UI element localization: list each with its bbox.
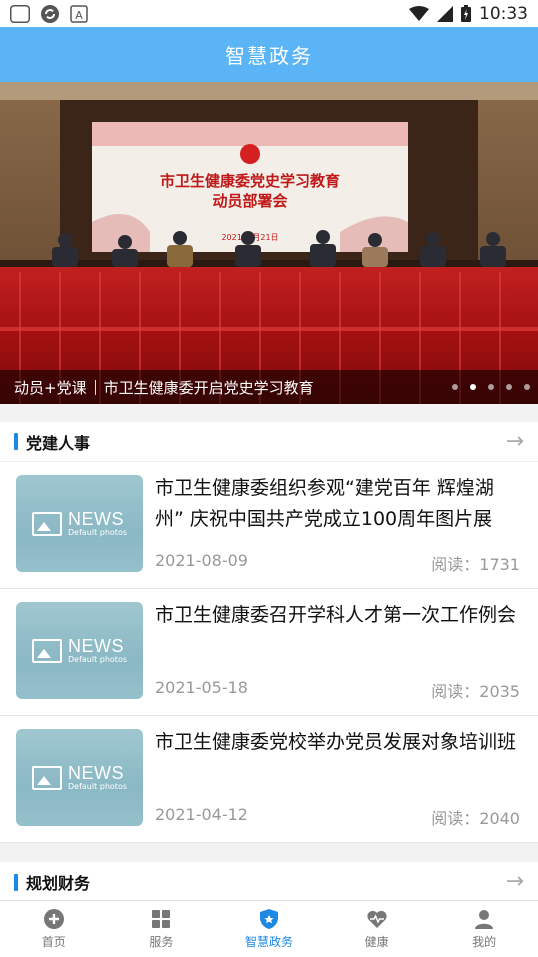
carousel-dot[interactable] (506, 384, 512, 390)
text-a-icon: A (70, 4, 88, 23)
thumbnail-news-label: NEWS (67, 508, 124, 529)
thumbnail-news-label: NEWS (67, 635, 124, 656)
user-icon (475, 910, 494, 929)
page-title: 智慧政务 (225, 44, 313, 68)
list-item[interactable]: NEWS Default photos 市卫生健康委召开学科人才第一次工作例会 … (0, 589, 538, 716)
notification-icon (10, 4, 30, 23)
carousel-dot[interactable] (524, 384, 530, 390)
news-meta: 2021-04-12 阅读：2040 (155, 805, 520, 829)
image-placeholder-icon (31, 638, 62, 663)
news-body: 市卫生健康委召开学科人才第一次工作例会 2021-05-18 阅读：2035 (155, 602, 520, 702)
thumbnail-sub-label: Default photos (67, 654, 127, 664)
svg-text:A: A (75, 9, 83, 22)
banner-image: 市卫生健康委党史学习教育 动员部署会 2021年 月21日 (0, 82, 538, 404)
thumbnail-text: NEWS Default photos (68, 637, 127, 665)
tab-home[interactable]: 首页 (0, 901, 108, 957)
grid-icon (152, 910, 171, 928)
news-body: 市卫生健康委组织参观“建党百年 辉煌湖州” 庆祝中国共产党成立100周年图片展 … (155, 475, 520, 575)
news-date: 2021-05-18 (155, 678, 248, 697)
bottom-tab-bar: 首页 服务 智慧政务 健康 我的 (0, 900, 538, 957)
carousel-dot[interactable] (488, 384, 494, 390)
status-time: 10:33 (479, 3, 528, 24)
image-placeholder-icon (31, 765, 62, 790)
thumbnail-sub-label: Default photos (67, 781, 127, 791)
carousel-indicators (452, 384, 530, 390)
section-header[interactable]: 规划财务 → (0, 862, 538, 900)
status-icons-right: 10:33 (409, 4, 528, 24)
list-item[interactable]: NEWS Default photos 市卫生健康委组织参观“建党百年 辉煌湖州… (0, 462, 538, 589)
list-item[interactable]: NEWS Default photos 市卫生健康委党校举办党员发展对象培训班 … (0, 716, 538, 843)
heart-icon (366, 910, 387, 928)
wifi-icon (409, 5, 429, 21)
tab-label: 首页 (41, 935, 66, 949)
thumbnail-sub-label: Default photos (67, 527, 127, 537)
news-thumbnail: NEWS Default photos (16, 729, 143, 826)
news-reads: 阅读：2040 (431, 809, 520, 828)
banner-carousel[interactable]: 市卫生健康委党史学习教育 动员部署会 2021年 月21日 动员+党课 市卫生健… (0, 82, 538, 404)
caption-divider (94, 379, 96, 395)
thumbnail-text: NEWS Default photos (68, 510, 127, 538)
tab-services[interactable]: 服务 (108, 901, 216, 957)
news-title: 市卫生健康委党校举办党员发展对象培训班 (155, 731, 517, 753)
carousel-dot[interactable] (452, 384, 458, 390)
section-title-wrap: 规划财务 (14, 870, 90, 894)
section-accent-bar (14, 873, 18, 891)
status-icons-left: A (10, 4, 88, 24)
tab-mine[interactable]: 我的 (430, 901, 538, 957)
battery-icon (461, 5, 471, 22)
shield-icon (259, 909, 278, 929)
image-placeholder-icon (31, 511, 62, 536)
banner-caption-text: 市卫生健康委开启党史学习教育 (103, 378, 314, 397)
news-title: 市卫生健康委组织参观“建党百年 辉煌湖州” 庆祝中国共产党成立100周年图片展 (155, 477, 494, 530)
section-party-personnel: 党建人事 → NEWS Default photos 市卫生健康委组织参观“建党… (0, 422, 538, 843)
news-reads: 阅读：1731 (431, 555, 520, 574)
section-accent-bar (14, 433, 18, 450)
news-date: 2021-04-12 (155, 805, 248, 824)
sync-icon (41, 4, 59, 23)
tab-smart-gov[interactable]: 智慧政务 (215, 901, 323, 957)
thumbnail-text: NEWS Default photos (68, 764, 127, 792)
arrow-right-icon[interactable]: → (506, 871, 524, 893)
news-thumbnail: NEWS Default photos (16, 475, 143, 572)
section-title-wrap: 党建人事 (14, 430, 90, 454)
arrow-right-icon[interactable]: → (506, 430, 524, 453)
tab-label: 我的 (472, 935, 497, 949)
carousel-dot[interactable] (470, 384, 476, 390)
app-bar: 智慧政务 (0, 27, 538, 82)
banner-caption-tag: 动员+党课 (14, 378, 87, 397)
news-reads: 阅读：2035 (431, 682, 520, 701)
section-header[interactable]: 党建人事 → (0, 422, 538, 462)
status-bar: A 10:33 (0, 0, 538, 27)
tab-label: 智慧政务 (244, 935, 293, 949)
signal-icon (437, 5, 453, 22)
news-thumbnail: NEWS Default photos (16, 602, 143, 699)
news-title: 市卫生健康委召开学科人才第一次工作例会 (155, 604, 517, 626)
news-meta: 2021-05-18 阅读：2035 (155, 678, 520, 702)
thumbnail-news-label: NEWS (67, 762, 124, 783)
section-planning-finance: 规划财务 → (0, 862, 538, 900)
section-title: 党建人事 (26, 433, 91, 453)
news-body: 市卫生健康委党校举办党员发展对象培训班 2021-04-12 阅读：2040 (155, 729, 520, 829)
screen-title-line2: 动员部署会 (212, 192, 287, 210)
home-icon (43, 909, 64, 929)
tab-label: 健康 (364, 935, 389, 949)
news-meta: 2021-08-09 阅读：1731 (155, 551, 520, 575)
screen-title-line1: 市卫生健康委党史学习教育 (160, 172, 340, 190)
tab-health[interactable]: 健康 (323, 901, 431, 957)
section-title: 规划财务 (26, 874, 91, 893)
news-date: 2021-08-09 (155, 551, 248, 570)
tab-label: 服务 (149, 935, 174, 949)
